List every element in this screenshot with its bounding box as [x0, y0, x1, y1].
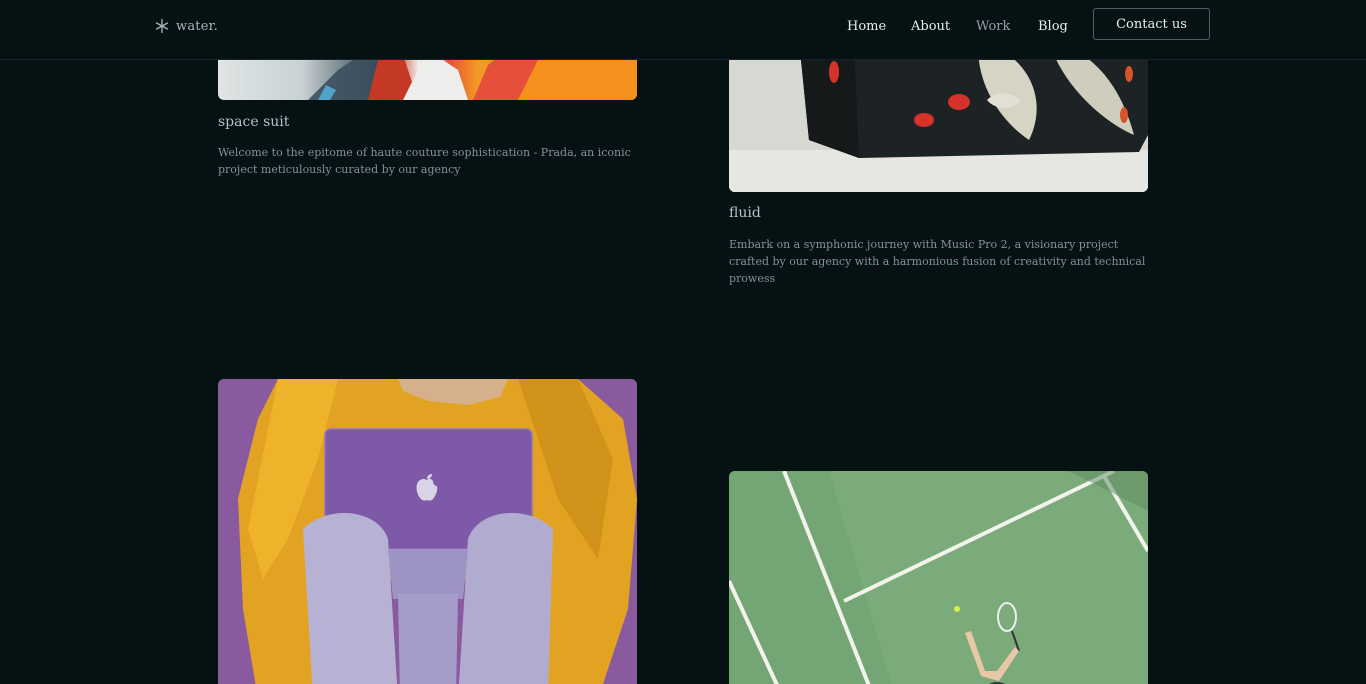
asterisk-icon — [155, 18, 169, 34]
project-title[interactable]: fluid — [729, 205, 761, 221]
project-image-laptop[interactable] — [218, 379, 637, 684]
nav-home[interactable]: Home — [847, 19, 886, 34]
nav-blog[interactable]: Blog — [1038, 19, 1068, 34]
site-header: water. Home About Work Blog Contact us — [0, 0, 1366, 60]
contact-us-button[interactable]: Contact us — [1093, 8, 1210, 40]
project-image-fluid[interactable] — [729, 40, 1148, 192]
project-description: Welcome to the epitome of haute couture … — [218, 146, 631, 176]
brand-logo[interactable]: water. — [154, 18, 218, 34]
page: water. Home About Work Blog Contact us s… — [0, 0, 1366, 684]
project-image-tennis[interactable] — [729, 471, 1148, 684]
nav-work[interactable]: Work — [976, 19, 1010, 34]
project-title[interactable]: space suit — [218, 114, 289, 130]
brand-name: water. — [176, 18, 218, 34]
tennis-court-artwork — [729, 471, 1148, 684]
fluid-artwork — [729, 40, 1148, 192]
project-description: Embark on a symphonic journey with Music… — [729, 238, 1146, 285]
laptop-person-artwork — [218, 379, 637, 684]
nav-about[interactable]: About — [911, 19, 950, 34]
